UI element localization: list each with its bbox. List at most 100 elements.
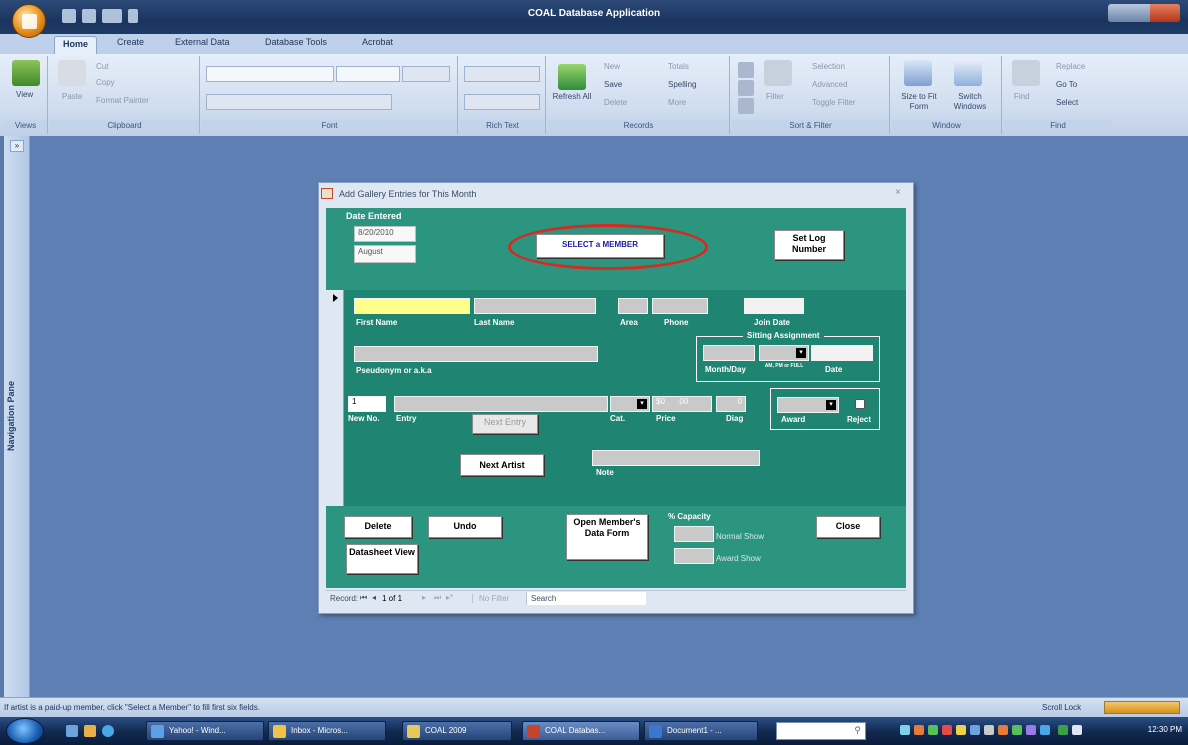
taskbar-item-coal-2009[interactable]: COAL 2009	[402, 721, 512, 741]
paste-button[interactable]: Paste	[62, 92, 82, 101]
record-position[interactable]: 1 of 1	[382, 594, 402, 603]
tray-icon[interactable]	[970, 725, 980, 735]
clear-sort-icon[interactable]	[738, 98, 754, 114]
open-member-data-form-button[interactable]: Open Member's Data Form	[566, 514, 648, 560]
copy-button[interactable]: Copy	[96, 78, 115, 87]
format-painter-button[interactable]: Format Painter	[96, 96, 149, 105]
am-pm-full-field[interactable]: ▾	[759, 345, 809, 361]
list-toolbar[interactable]	[464, 94, 540, 110]
font-size-input[interactable]	[336, 66, 400, 82]
refresh-icon[interactable]	[558, 64, 586, 90]
show-desktop-icon[interactable]	[66, 725, 78, 737]
previous-record-icon[interactable]: ◂	[372, 593, 376, 602]
note-field[interactable]	[592, 450, 760, 466]
filter-icon[interactable]	[764, 60, 792, 86]
pseudonym-field[interactable]	[354, 346, 598, 362]
go-to-button[interactable]: Go To	[1056, 80, 1077, 89]
tab-external-data[interactable]: External Data	[175, 37, 230, 53]
selection-button[interactable]: Selection	[812, 62, 845, 71]
taskbar-item-yahoo[interactable]: Yahoo! - Wind...	[146, 721, 264, 741]
next-artist-button[interactable]: Next Artist	[460, 454, 544, 476]
delete-record-button[interactable]: Delete	[604, 98, 627, 107]
spelling-button[interactable]: Spelling	[668, 80, 696, 89]
select-button[interactable]: Select	[1056, 98, 1078, 107]
chevron-down-icon[interactable]: ▾	[826, 400, 836, 410]
price-field[interactable]: $0 .00	[652, 396, 712, 412]
tray-icon[interactable]	[914, 725, 924, 735]
new-no-field[interactable]: 1	[348, 396, 386, 412]
chevron-down-icon[interactable]: ▾	[637, 399, 647, 409]
datasheet-view-button[interactable]: Datasheet View	[346, 544, 418, 574]
window-controls[interactable]	[1108, 4, 1180, 22]
date-entered-field[interactable]: 8/20/2010	[354, 226, 416, 242]
last-name-field[interactable]	[474, 298, 596, 314]
filter-button[interactable]: Filter	[766, 92, 784, 101]
taskbar-item-coal-database[interactable]: COAL Databas...	[522, 721, 640, 741]
delete-button[interactable]: Delete	[344, 516, 412, 538]
tab-database-tools[interactable]: Database Tools	[265, 37, 327, 53]
tab-acrobat[interactable]: Acrobat	[362, 37, 393, 53]
diag-field[interactable]: 0	[716, 396, 746, 412]
sort-ascending-icon[interactable]	[738, 62, 754, 78]
refresh-all-button[interactable]: Refresh All	[552, 92, 592, 101]
clock[interactable]: 12:30 PM	[1148, 725, 1182, 734]
next-entry-button[interactable]: Next Entry	[472, 414, 538, 434]
indent-toolbar[interactable]	[464, 66, 540, 82]
start-button[interactable]	[6, 718, 44, 744]
phone-field[interactable]	[652, 298, 708, 314]
close-icon[interactable]	[1150, 4, 1180, 22]
award-show-capacity-field[interactable]	[674, 548, 714, 564]
tray-icon[interactable]	[984, 725, 994, 735]
paste-icon[interactable]	[58, 60, 86, 86]
award-field[interactable]: ▾	[777, 397, 839, 413]
tab-create[interactable]: Create	[117, 37, 144, 53]
taskbar-search-input[interactable]: ⚲	[776, 722, 866, 740]
totals-button[interactable]: Totals	[668, 62, 689, 71]
navigation-pane[interactable]: » Navigation Pane	[4, 136, 30, 697]
binoculars-icon[interactable]	[1012, 60, 1040, 86]
tab-home[interactable]: Home	[54, 36, 98, 54]
search-field[interactable]: Search	[526, 592, 646, 605]
network-icon[interactable]	[1058, 725, 1068, 735]
month-field[interactable]: August	[354, 245, 416, 263]
taskbar-item-inbox[interactable]: Inbox - Micros...	[268, 721, 386, 741]
toggle-filter-button[interactable]: Toggle Filter	[812, 98, 856, 107]
switch-windows-button[interactable]: Switch Windows	[944, 92, 996, 112]
tray-icon[interactable]	[928, 725, 938, 735]
size-to-fit-button[interactable]: Size to Fit Form	[896, 92, 942, 112]
first-record-icon[interactable]: ⏮	[360, 593, 367, 603]
volume-icon[interactable]	[1072, 725, 1082, 735]
view-shortcuts[interactable]	[1104, 701, 1180, 714]
new-record-icon[interactable]: ▸*	[446, 593, 453, 602]
new-record-button[interactable]: New	[604, 62, 620, 71]
advanced-button[interactable]: Advanced	[812, 80, 848, 89]
switch-windows-icon[interactable]	[84, 725, 96, 737]
no-filter-indicator[interactable]: No Filter	[472, 594, 509, 603]
tray-icon[interactable]	[900, 725, 910, 735]
find-button[interactable]: Find	[1014, 92, 1030, 101]
form-close-icon[interactable]: ×	[895, 187, 901, 198]
close-button[interactable]: Close	[816, 516, 880, 538]
office-button[interactable]	[12, 4, 46, 38]
sitting-date-field[interactable]	[811, 345, 873, 361]
replace-button[interactable]: Replace	[1056, 62, 1085, 71]
set-log-number-button[interactable]: Set Log Number	[774, 230, 844, 260]
area-field[interactable]	[618, 298, 648, 314]
save-record-button[interactable]: Save	[604, 80, 622, 89]
more-button[interactable]: More	[668, 98, 686, 107]
entry-field[interactable]	[394, 396, 608, 412]
month-day-field[interactable]	[703, 345, 755, 361]
view-icon[interactable]	[12, 60, 40, 86]
size-to-fit-icon[interactable]	[904, 60, 932, 86]
align-toolbar[interactable]	[402, 66, 450, 82]
shutter-bar-icon[interactable]: »	[10, 140, 24, 152]
font-format-toolbar[interactable]	[206, 94, 392, 110]
font-name-input[interactable]	[206, 66, 334, 82]
tray-icon[interactable]	[998, 725, 1008, 735]
join-date-field[interactable]	[744, 298, 804, 314]
ie-icon[interactable]	[102, 725, 114, 737]
undo-button[interactable]: Undo	[428, 516, 502, 538]
taskbar-item-document1[interactable]: Document1 - ...	[644, 721, 758, 741]
next-record-icon[interactable]: ▸	[422, 593, 426, 602]
tray-icon[interactable]	[1026, 725, 1036, 735]
